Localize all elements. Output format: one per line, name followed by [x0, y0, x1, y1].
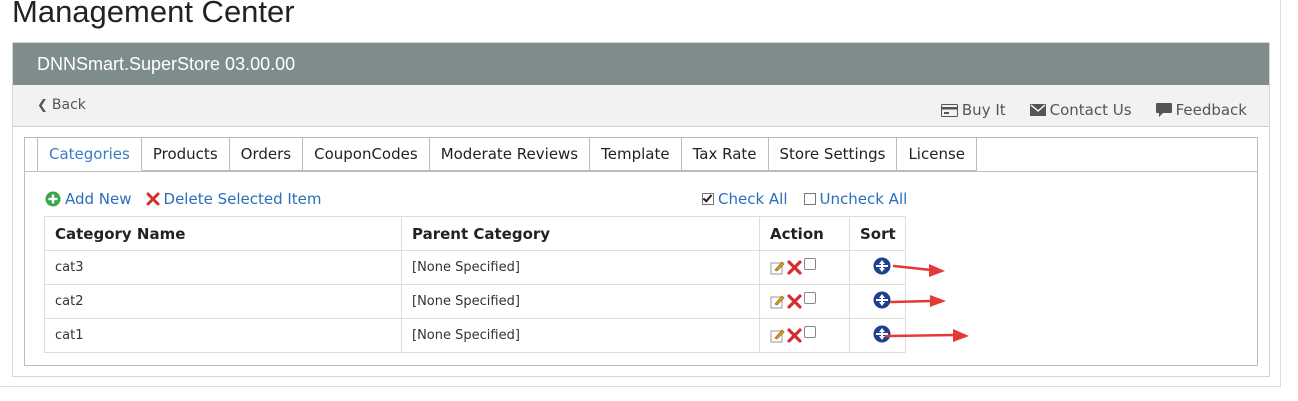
tab-template[interactable]: Template — [590, 137, 682, 171]
parent-category-cell: [None Specified] — [401, 250, 760, 285]
uncheck-all-checkbox[interactable] — [803, 193, 816, 205]
row-select-checkbox[interactable] — [804, 291, 816, 304]
contact-us-link[interactable]: Contact Us — [1029, 101, 1132, 119]
add-new-button[interactable]: Add New — [45, 190, 132, 208]
edit-icon[interactable] — [770, 260, 785, 275]
delete-row-icon[interactable] — [787, 328, 802, 343]
delete-selected-button[interactable]: Delete Selected Item — [146, 190, 322, 208]
category-name-cell: cat2 — [44, 284, 402, 319]
check-all-checkbox[interactable] — [702, 193, 714, 205]
feedback-link[interactable]: Feedback — [1155, 101, 1247, 119]
check-all-link[interactable]: Check All — [702, 190, 788, 208]
tab-divider — [25, 171, 1257, 172]
table-header-row: Category Name Parent Category Action Sor… — [44, 216, 906, 251]
tabs-panel: Categories Products Orders CouponCodes M… — [24, 137, 1258, 366]
tab-tax-rate[interactable]: Tax Rate — [681, 137, 769, 171]
sort-move-icon[interactable] — [873, 257, 891, 275]
tab-coupon-codes[interactable]: CouponCodes — [303, 137, 430, 171]
categories-table: Category Name Parent Category Action Sor… — [44, 216, 906, 353]
card-icon — [940, 103, 958, 117]
tab-products[interactable]: Products — [141, 137, 230, 171]
check-controls: Check All Uncheck All — [702, 190, 907, 208]
parent-category-cell: [None Specified] — [401, 318, 760, 353]
mail-icon — [1029, 104, 1046, 116]
tab-store-settings[interactable]: Store Settings — [768, 137, 898, 171]
delete-row-icon[interactable] — [787, 294, 802, 309]
tab-orders[interactable]: Orders — [229, 137, 304, 171]
uncheck-all-link[interactable]: Uncheck All — [803, 190, 908, 208]
buy-it-label: Buy It — [961, 101, 1006, 119]
delete-x-icon — [146, 192, 160, 206]
parent-category-cell: [None Specified] — [401, 284, 760, 319]
annotation-arrow-icon — [885, 329, 969, 342]
column-header-action: Action — [759, 216, 850, 251]
tab-license[interactable]: License — [897, 137, 978, 171]
category-name-cell: cat1 — [44, 318, 402, 353]
chevron-left-icon: ❮ — [37, 98, 48, 113]
back-label: Back — [51, 97, 86, 113]
table-row: cat2 [None Specified] — [44, 284, 906, 319]
feedback-label: Feedback — [1175, 101, 1247, 119]
check-all-label: Check All — [718, 190, 788, 208]
delete-selected-label: Delete Selected Item — [163, 190, 322, 208]
tab-categories[interactable]: Categories — [37, 137, 142, 171]
annotation-arrow-icon — [890, 295, 946, 307]
delete-row-icon[interactable] — [787, 260, 802, 275]
table-row: cat3 [None Specified] — [44, 250, 906, 285]
buy-it-link[interactable]: Buy It — [940, 101, 1006, 119]
column-header-parent-category: Parent Category — [401, 216, 760, 251]
module-toolbar: ❮ Back Buy It Contact Us Feedback — [13, 85, 1269, 127]
module-header: DNNSmart.SuperStore 03.00.00 — [13, 43, 1269, 85]
column-header-category-name: Category Name — [44, 216, 402, 251]
action-cell — [759, 284, 850, 319]
page-title: Management Center — [12, 0, 295, 29]
comment-icon — [1155, 103, 1172, 117]
back-link[interactable]: ❮ Back — [37, 97, 86, 113]
action-cell — [759, 250, 850, 285]
annotation-arrow-icon — [893, 264, 945, 277]
row-select-checkbox[interactable] — [804, 257, 816, 270]
category-name-cell: cat3 — [44, 250, 402, 285]
table-row: cat1 [None Specified] — [44, 318, 906, 353]
uncheck-all-label: Uncheck All — [819, 190, 908, 208]
sort-move-icon[interactable] — [873, 291, 891, 309]
action-cell — [759, 318, 850, 353]
edit-icon[interactable] — [770, 294, 785, 309]
tab-moderate-reviews[interactable]: Moderate Reviews — [429, 137, 591, 171]
contact-us-label: Contact Us — [1049, 101, 1132, 119]
add-new-label: Add New — [65, 190, 132, 208]
tool-links: Buy It Contact Us Feedback — [940, 101, 1247, 119]
tab-bar: Categories Products Orders CouponCodes M… — [37, 137, 978, 171]
edit-icon[interactable] — [770, 328, 785, 343]
actions-row: Add New Delete Selected Item — [45, 190, 322, 208]
row-select-checkbox[interactable] — [804, 325, 816, 338]
module-container: DNNSmart.SuperStore 03.00.00 ❮ Back Buy I… — [12, 42, 1270, 377]
add-circle-icon — [45, 191, 61, 207]
column-header-sort: Sort — [849, 216, 906, 251]
